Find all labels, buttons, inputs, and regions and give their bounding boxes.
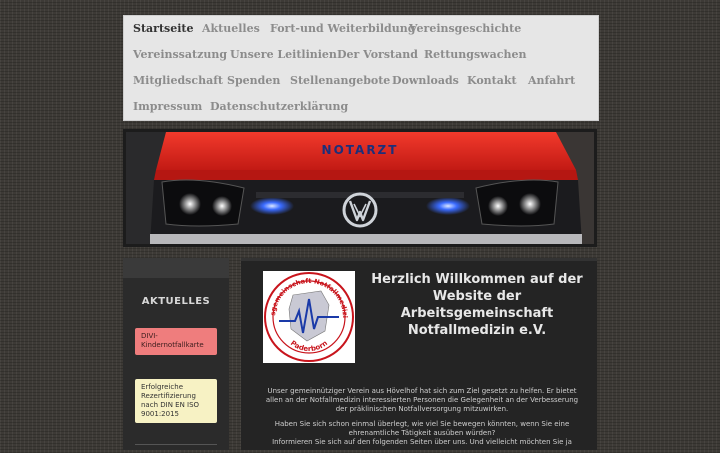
nav-anfahrt[interactable]: Anfahrt: [528, 74, 575, 87]
nav-unsere-leitlinien[interactable]: Unsere Leitlinien: [230, 48, 337, 61]
nav-spenden[interactable]: Spenden: [227, 74, 280, 87]
nav-impressum[interactable]: Impressum: [133, 100, 202, 113]
nav-kontakt[interactable]: Kontakt: [467, 74, 517, 87]
nav-der-vorstand[interactable]: Der Vorstand: [337, 48, 418, 61]
nav-mitgliedschaft[interactable]: Mitgliedschaft: [133, 74, 223, 87]
sidebar: AKTUELLES DIVI-Kindernotfallkarte Erfolg…: [123, 258, 229, 450]
intro-paragraph-2: Haben Sie sich schon einmal überlegt, wi…: [274, 420, 570, 437]
nav-vereinsgeschichte[interactable]: Vereinsgeschichte: [409, 22, 521, 35]
logo-seal-graphic: Arbeitsgemeinschaft Notfallmedizin e.V. …: [260, 265, 354, 362]
nav-vereinssatzung[interactable]: Vereinssatzung: [133, 48, 227, 61]
association-logo: Arbeitsgemeinschaft Notfallmedizin e.V. …: [260, 265, 355, 363]
intro-text: Unser gemeinnütziger Verein aus Hövelhof…: [263, 387, 581, 453]
sidebar-divider: [135, 444, 217, 445]
nav-rettungswachen[interactable]: Rettungswachen: [424, 48, 526, 61]
nav-downloads[interactable]: Downloads: [392, 74, 459, 87]
page-title: Herzlich Willkommen auf der Website der …: [371, 272, 583, 338]
sidebar-heading: AKTUELLES: [141, 296, 211, 307]
news-note-divi[interactable]: DIVI-Kindernotfallkarte: [135, 328, 217, 355]
main-content: Arbeitsgemeinschaft Notfallmedizin e.V. …: [241, 258, 597, 450]
hero-ambulance-image: NOTARZT: [123, 129, 597, 247]
nav-startseite[interactable]: Startseite: [133, 22, 193, 35]
nav-aktuelles[interactable]: Aktuelles: [202, 22, 260, 35]
main-navigation: Startseite Aktuelles Fort-und Weiterbild…: [123, 15, 599, 121]
intro-paragraph-3: Informieren Sie sich auf den folgenden S…: [272, 438, 572, 446]
nav-stellenangebote[interactable]: Stellenangebote: [290, 74, 390, 87]
nav-fort-und-weiterbildung[interactable]: Fort-und Weiterbildung: [270, 22, 415, 35]
intro-paragraph-1: Unser gemeinnütziger Verein aus Hövelhof…: [265, 387, 579, 413]
notarzt-lettering: NOTARZT: [321, 143, 399, 157]
sidebar-header-bar: [123, 258, 229, 278]
news-note-rezertifizierung[interactable]: Erfolgreiche Rezertifizierung nach DIN E…: [135, 379, 217, 423]
nav-datenschutzerklaerung[interactable]: Datenschutzerklärung: [210, 100, 348, 113]
